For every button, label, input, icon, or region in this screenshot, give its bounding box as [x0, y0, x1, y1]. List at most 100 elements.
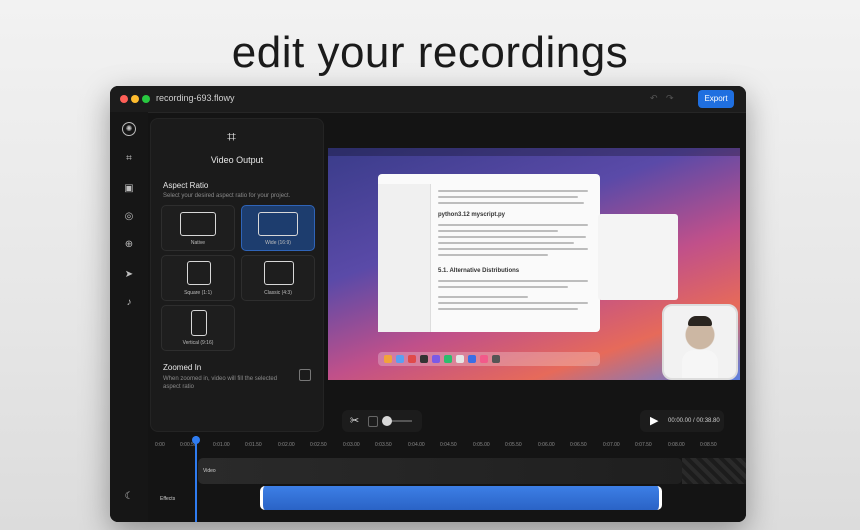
effects-track-clip[interactable]: [260, 486, 662, 510]
crop-icon: ⌗: [227, 129, 237, 146]
ratio-classic-shape: [264, 261, 294, 285]
doc-line: [438, 286, 568, 288]
doc-line: [438, 242, 574, 244]
crop-icon[interactable]: ⌗: [122, 152, 136, 166]
dock-app-icon: [492, 355, 500, 363]
playback-controls: ▶ 00:00.00 / 00:38.80: [640, 410, 724, 432]
aspect-ratio-subtitle: Select your desired aspect ratio for you…: [163, 193, 291, 199]
dock-app-icon: [480, 355, 488, 363]
aspect-ratio-title: Aspect Ratio: [163, 181, 209, 190]
timeline-tick: 0:01.50: [245, 442, 262, 448]
timeline-tick: 0:02.00: [278, 442, 295, 448]
dock-app-icon: [444, 355, 452, 363]
app-window: recording-693.flowy ↶ ↷ Export ✺ ⌗ ▣ ◎ ⊕…: [110, 86, 746, 522]
playhead[interactable]: [192, 436, 200, 522]
timeline-tick: 0:07.00: [603, 442, 620, 448]
doc-line: [438, 196, 578, 198]
doc-line: [438, 224, 588, 226]
video-track[interactable]: Video: [198, 458, 682, 484]
ratio-label: Vertical (9:16): [182, 340, 214, 346]
doc-heading: python3.12 myscript.py: [438, 212, 506, 218]
preview-finder-window: [598, 214, 678, 300]
camera-icon[interactable]: ◎: [122, 210, 136, 224]
zoom-slider-handle[interactable]: [382, 416, 392, 426]
timeline-tick: 0:00: [155, 442, 165, 448]
dock-app-icon: [384, 355, 392, 363]
video-output-panel: ⌗ Video Output Aspect Ratio Select your …: [150, 118, 324, 432]
video-track-label: Video: [203, 468, 216, 474]
ratio-label: Square (1:1): [184, 290, 212, 296]
ratio-wide-shape: [258, 212, 298, 236]
ratio-native-shape: [180, 212, 216, 236]
zoomed-in-title: Zoomed In: [163, 363, 202, 372]
dock-app-icon: [408, 355, 416, 363]
preview-document-window: python3.12 myscript.py 5.1. Alternative …: [378, 174, 600, 332]
window-title: recording-693.flowy: [156, 93, 235, 103]
redo-icon[interactable]: ↷: [666, 93, 674, 104]
timeline-tick: 0:08.50: [700, 442, 717, 448]
doc-line: [438, 202, 584, 204]
doc-line: [438, 302, 588, 304]
undo-icon[interactable]: ↶: [650, 93, 658, 104]
doc-line: [438, 248, 588, 250]
timeline-tick: 0:06.00: [538, 442, 555, 448]
desktop-menubar: [328, 148, 740, 156]
ratio-square-shape: [187, 261, 211, 285]
ratio-label: Wide (16:9): [265, 240, 291, 246]
doc-line: [438, 296, 528, 298]
timeline-tick: 0:04.00: [408, 442, 425, 448]
timeline-tick: 0:02.50: [310, 442, 327, 448]
dock-app-icon: [432, 355, 440, 363]
zoom-icon[interactable]: ⊕: [122, 238, 136, 252]
titlebar: recording-693.flowy ↶ ↷ Export: [110, 86, 746, 113]
timeline-tick: 0:03.00: [343, 442, 360, 448]
doc-line: [438, 308, 578, 310]
ratio-native-button[interactable]: Native: [161, 205, 235, 251]
timeline-tick: 0:01.00: [213, 442, 230, 448]
doc-line: [438, 236, 586, 238]
ratio-wide-button[interactable]: Wide (16:9): [241, 205, 315, 251]
scissors-icon[interactable]: ✂: [350, 414, 359, 427]
split-icon[interactable]: [368, 416, 378, 427]
webcam-person-hair: [688, 316, 712, 326]
timeline-tick: 0:05.00: [473, 442, 490, 448]
video-track-empty-region: [682, 458, 746, 484]
playhead-handle[interactable]: [192, 436, 200, 444]
panel-title: Video Output: [210, 155, 264, 165]
ratio-vertical-button[interactable]: Vertical (9:16): [161, 305, 235, 351]
ratio-label: Classic (4:3): [264, 290, 292, 296]
ratio-vertical-shape: [191, 310, 207, 336]
timeline-tick: 0:05.50: [505, 442, 522, 448]
export-button[interactable]: Export: [698, 90, 734, 108]
play-icon[interactable]: ▶: [650, 414, 658, 427]
minimize-window-button[interactable]: [131, 95, 139, 103]
ratio-classic-button[interactable]: Classic (4:3): [241, 255, 315, 301]
timeline-tick: 0:07.50: [635, 442, 652, 448]
webcam-overlay[interactable]: [662, 304, 738, 380]
timeline-tick: 0:04.50: [440, 442, 457, 448]
timeline-tick: 0:08.00: [668, 442, 685, 448]
zoomed-in-checkbox[interactable]: [299, 369, 311, 381]
webcam-person-body: [682, 350, 718, 378]
audio-icon[interactable]: ♪: [122, 296, 136, 310]
dock-app-icon: [396, 355, 404, 363]
effects-track-label: Effects: [160, 496, 176, 502]
doc-line: [438, 230, 558, 232]
cursor-icon[interactable]: ➤: [122, 268, 136, 282]
playback-time: 00:00.00 / 00:38.80: [668, 418, 720, 424]
ratio-square-button[interactable]: Square (1:1): [161, 255, 235, 301]
ratio-label: Native: [190, 240, 206, 246]
close-window-button[interactable]: [120, 95, 128, 103]
edit-controls: ✂: [342, 410, 422, 432]
image-icon[interactable]: ▣: [122, 182, 136, 196]
preview-dock: [378, 352, 600, 366]
timeline[interactable]: 0:00 0:00.50 0:01.00 0:01.50 0:02.00 0:0…: [150, 436, 746, 522]
theme-icon[interactable]: ☾: [122, 490, 136, 504]
doc-line: [438, 190, 588, 192]
headline: edit your recordings: [231, 28, 629, 77]
app-logo-icon[interactable]: ✺: [122, 122, 136, 136]
doc-heading: 5.1. Alternative Distributions: [438, 268, 520, 274]
dock-app-icon: [456, 355, 464, 363]
maximize-window-button[interactable]: [142, 95, 150, 103]
video-preview[interactable]: python3.12 myscript.py 5.1. Alternative …: [328, 148, 740, 380]
